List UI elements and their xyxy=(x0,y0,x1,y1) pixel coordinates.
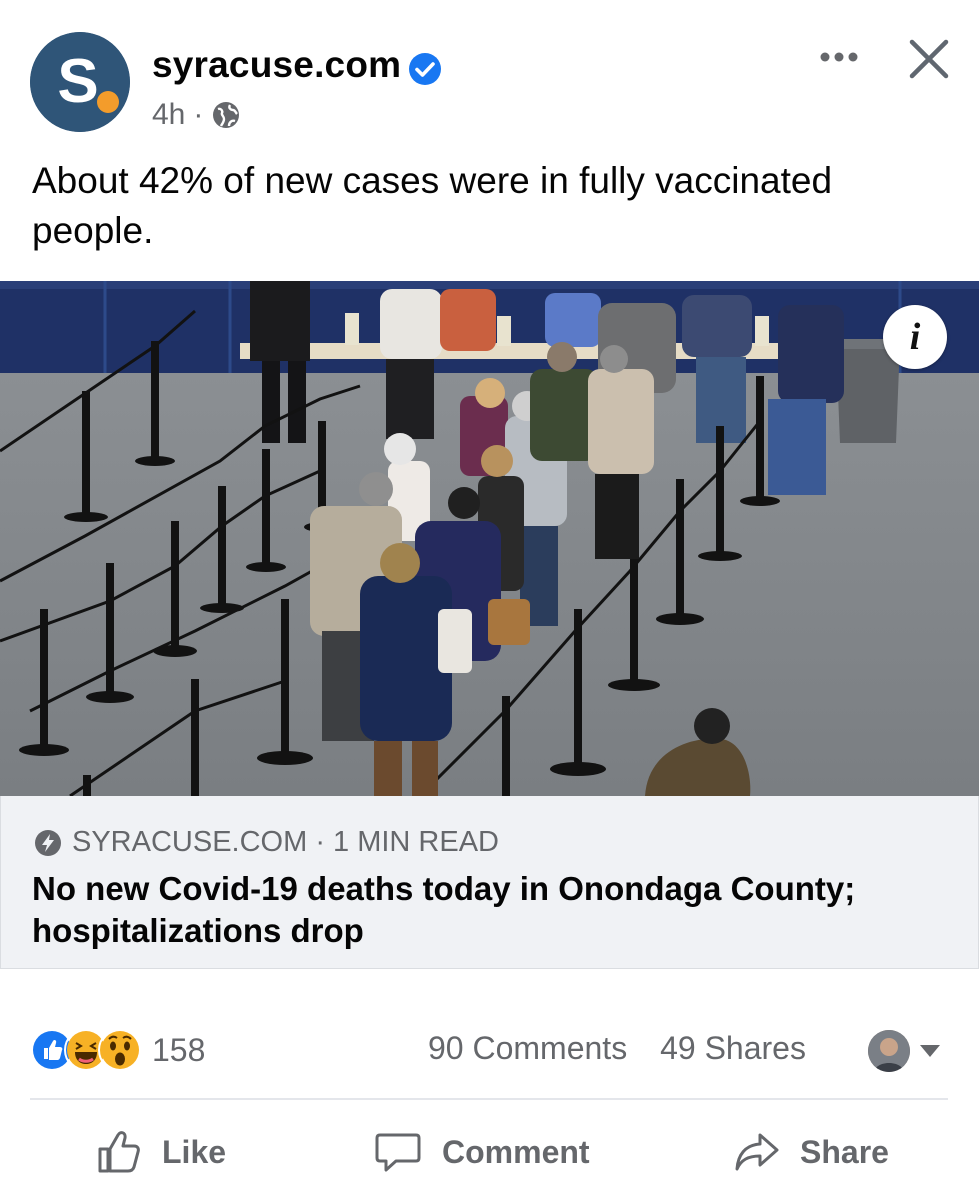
link-source: SYRACUSE.COM · 1 MIN READ xyxy=(34,826,499,859)
more-options-icon[interactable] xyxy=(815,40,863,74)
meta-separator: · xyxy=(193,98,204,131)
post-text: About 42% of new cases were in fully vac… xyxy=(32,160,833,251)
engagement-stats: 90 Comments 49 Shares xyxy=(428,1030,806,1067)
like-button[interactable]: Like xyxy=(96,1122,226,1182)
post-header: S syracuse.com 4h · xyxy=(0,0,979,150)
chevron-down-icon[interactable] xyxy=(918,1043,942,1059)
verified-badge-icon xyxy=(409,53,441,85)
comment-button[interactable]: Comment xyxy=(374,1122,590,1182)
photo-illustration xyxy=(0,281,979,796)
comment-icon xyxy=(375,1133,421,1172)
link-preview-image[interactable] xyxy=(0,281,979,796)
share-label: Share xyxy=(800,1133,889,1170)
post-meta: 4h · xyxy=(152,98,241,132)
close-icon[interactable] xyxy=(904,34,954,84)
comment-label: Comment xyxy=(442,1133,590,1170)
like-icon xyxy=(98,1131,140,1173)
globe-icon xyxy=(213,102,240,128)
page-name[interactable]: syracuse.com xyxy=(152,44,401,86)
post-time[interactable]: 4h xyxy=(152,98,185,132)
like-label: Like xyxy=(162,1133,227,1170)
link-headline[interactable]: No new Covid-19 deaths today in Onondaga… xyxy=(32,868,952,952)
comments-count[interactable]: 90 Comments xyxy=(428,1030,627,1066)
shares-count[interactable]: 49 Shares xyxy=(660,1030,806,1066)
info-button[interactable]: i xyxy=(883,305,947,369)
share-button[interactable]: Share xyxy=(734,1122,889,1182)
reaction-count: 158 xyxy=(152,1031,206,1068)
share-icon xyxy=(735,1133,779,1171)
wow-reaction-icon xyxy=(98,1028,142,1072)
actions-divider xyxy=(30,1098,948,1100)
reaction-summary[interactable]: 158 xyxy=(30,1028,205,1072)
page-avatar[interactable]: S xyxy=(30,32,130,132)
link-source-text: SYRACUSE.COM · 1 MIN READ xyxy=(72,826,499,858)
instant-article-bolt-icon xyxy=(35,829,61,856)
svg-text:S: S xyxy=(57,47,98,116)
viewer-avatar[interactable] xyxy=(868,1030,910,1072)
